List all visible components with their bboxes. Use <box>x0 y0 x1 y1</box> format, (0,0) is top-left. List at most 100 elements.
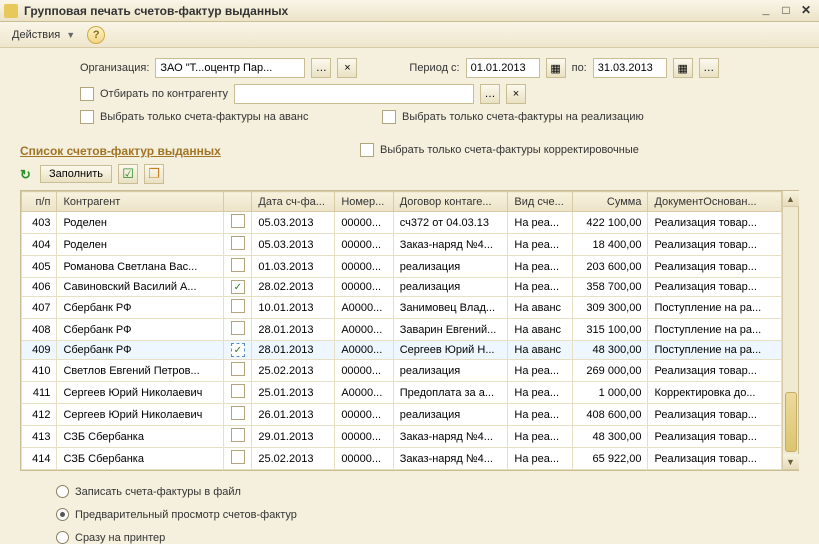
contractor-input[interactable] <box>234 84 474 104</box>
cell-check[interactable] <box>224 256 252 278</box>
row-checkbox[interactable] <box>231 214 245 228</box>
cell-number: 00000... <box>335 212 393 234</box>
row-checkbox[interactable] <box>231 450 245 464</box>
calendar-icon: ▦ <box>550 62 560 75</box>
only-correct-label: Выбрать только счета-фактуры корректиров… <box>380 144 639 156</box>
period-from-label: Период с: <box>409 62 459 74</box>
cell-contract: реализация <box>393 404 508 426</box>
window-title: Групповая печать счетов-фактур выданных <box>24 4 288 18</box>
cell-check[interactable]: ✓ <box>224 278 252 297</box>
cell-check[interactable] <box>224 360 252 382</box>
table-row[interactable]: 413СЗБ Сбербанка29.01.201300000...Заказ-… <box>22 426 782 448</box>
org-select-button[interactable]: … <box>311 58 331 78</box>
col-sum[interactable]: Сумма <box>573 192 648 212</box>
cell-number: 00000... <box>335 448 393 470</box>
scroll-track[interactable] <box>785 207 797 454</box>
fill-button[interactable]: Заполнить <box>40 165 112 183</box>
period-to-calendar[interactable]: ▦ <box>673 58 693 78</box>
row-checkbox[interactable] <box>231 321 245 335</box>
cell-np: 403 <box>22 212 57 234</box>
minimize-button[interactable]: _ <box>757 3 775 19</box>
cell-contract: Занимовец Влад... <box>393 297 508 319</box>
table-row[interactable]: 414СЗБ Сбербанка25.02.201300000...Заказ-… <box>22 448 782 470</box>
table-row[interactable]: 405Романова Светлана Вас...01.03.2013000… <box>22 256 782 278</box>
table-row[interactable]: 404Роделен05.03.201300000...Заказ-наряд … <box>22 234 782 256</box>
scroll-down-button[interactable]: ▼ <box>783 454 799 470</box>
org-clear-button[interactable]: × <box>337 58 357 78</box>
contractor-select-button[interactable]: … <box>480 84 500 104</box>
col-number[interactable]: Номер... <box>335 192 393 212</box>
col-np[interactable]: п/п <box>22 192 57 212</box>
period-to-input[interactable] <box>593 58 667 78</box>
cell-number: 00000... <box>335 278 393 297</box>
table-row[interactable]: 403Роделен05.03.201300000...сч372 от 04.… <box>22 212 782 234</box>
row-checkbox[interactable]: ✓ <box>231 280 245 294</box>
row-checkbox[interactable] <box>231 384 245 398</box>
col-date[interactable]: Дата сч-фа... <box>252 192 335 212</box>
row-checkbox[interactable] <box>231 299 245 313</box>
only-realize-checkbox[interactable] <box>382 110 396 124</box>
period-from-calendar[interactable]: ▦ <box>546 58 566 78</box>
uncheck-all-button[interactable]: ❐ <box>144 164 164 184</box>
cell-document: Реализация товар... <box>648 360 782 382</box>
cell-kontragent: Сбербанк РФ <box>57 319 224 341</box>
radio-printer[interactable] <box>56 531 69 544</box>
cell-number: А0000... <box>335 382 393 404</box>
cell-document: Реализация товар... <box>648 448 782 470</box>
scroll-thumb[interactable] <box>785 392 797 452</box>
cell-check[interactable] <box>224 319 252 341</box>
only-correct-checkbox[interactable] <box>360 143 374 157</box>
row-checkbox[interactable] <box>231 428 245 442</box>
radio-preview[interactable] <box>56 508 69 521</box>
cell-check[interactable] <box>224 212 252 234</box>
actions-menu[interactable]: Действия ▼ <box>4 27 83 43</box>
row-checkbox[interactable] <box>231 362 245 376</box>
cell-sum: 315 100,00 <box>573 319 648 341</box>
cell-kontragent: Сбербанк РФ <box>57 341 224 360</box>
row-checkbox[interactable] <box>231 258 245 272</box>
help-button[interactable]: ? <box>87 26 105 44</box>
cell-date: 28.01.2013 <box>252 341 335 360</box>
invoice-table[interactable]: п/п Контрагент Дата сч-фа... Номер... До… <box>21 191 782 470</box>
cell-check[interactable] <box>224 448 252 470</box>
cell-contract: реализация <box>393 278 508 297</box>
cell-number: 00000... <box>335 360 393 382</box>
period-from-input[interactable] <box>466 58 540 78</box>
cell-check[interactable] <box>224 404 252 426</box>
close-button[interactable]: ✕ <box>797 3 815 19</box>
cell-np: 407 <box>22 297 57 319</box>
cell-check[interactable] <box>224 382 252 404</box>
col-contract[interactable]: Договор контаге... <box>393 192 508 212</box>
col-type[interactable]: Вид сче... <box>508 192 573 212</box>
cell-check[interactable] <box>224 234 252 256</box>
cell-check[interactable]: ✓ <box>224 341 252 360</box>
period-extra-button[interactable]: … <box>699 58 719 78</box>
row-checkbox[interactable] <box>231 236 245 250</box>
only-advance-checkbox[interactable] <box>80 110 94 124</box>
maximize-button[interactable]: □ <box>777 3 795 19</box>
table-row[interactable]: 409Сбербанк РФ✓28.01.2013А0000...Сергеев… <box>22 341 782 360</box>
vertical-scrollbar[interactable]: ▲ ▼ <box>782 191 798 470</box>
contractor-clear-button[interactable]: × <box>506 84 526 104</box>
check-all-button[interactable]: ☑ <box>118 164 138 184</box>
table-row[interactable]: 412Сергеев Юрий Николаевич26.01.20130000… <box>22 404 782 426</box>
col-kontragent[interactable]: Контрагент <box>57 192 224 212</box>
cell-check[interactable] <box>224 426 252 448</box>
col-check[interactable] <box>224 192 252 212</box>
col-document[interactable]: ДокументОснован... <box>648 192 782 212</box>
table-row[interactable]: 407Сбербанк РФ10.01.2013А0000...Занимове… <box>22 297 782 319</box>
cell-check[interactable] <box>224 297 252 319</box>
filter-contractor-checkbox[interactable] <box>80 87 94 101</box>
table-row[interactable]: 411Сергеев Юрий Николаевич25.01.2013А000… <box>22 382 782 404</box>
table-row[interactable]: 408Сбербанк РФ28.01.2013А0000...Заварин … <box>22 319 782 341</box>
calendar-icon: ▦ <box>678 62 688 75</box>
table-row[interactable]: 406Савиновский Василий А...✓28.02.201300… <box>22 278 782 297</box>
table-header-row: п/п Контрагент Дата сч-фа... Номер... До… <box>22 192 782 212</box>
scroll-up-button[interactable]: ▲ <box>783 191 799 207</box>
radio-to-file[interactable] <box>56 485 69 498</box>
row-checkbox[interactable] <box>231 406 245 420</box>
cell-date: 25.02.2013 <box>252 448 335 470</box>
org-input[interactable] <box>155 58 305 78</box>
table-row[interactable]: 410Светлов Евгений Петров...25.02.201300… <box>22 360 782 382</box>
row-checkbox[interactable]: ✓ <box>231 343 245 357</box>
